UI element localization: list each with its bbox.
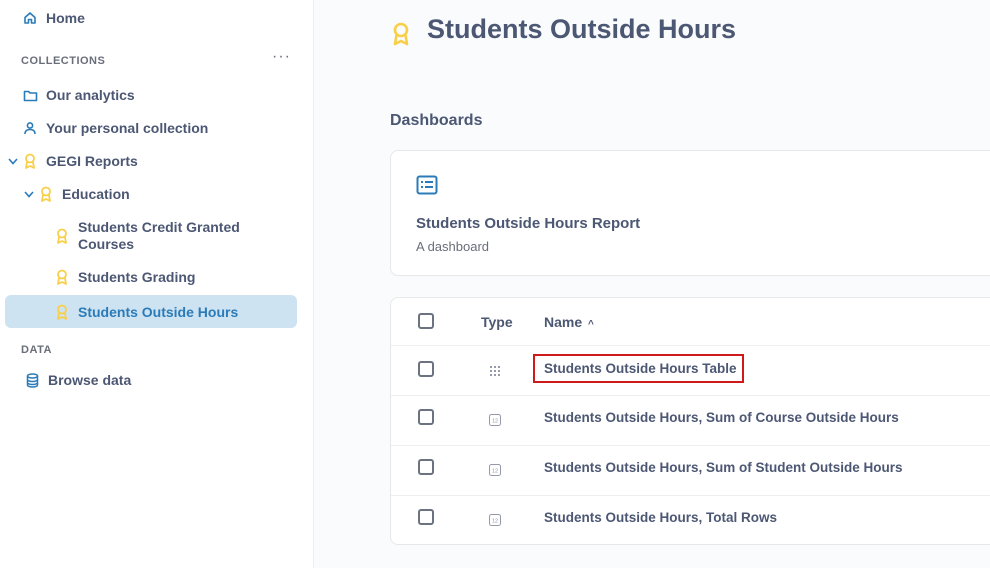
sidebar-item-label: Students Grading <box>78 269 196 285</box>
sidebar-item-label: Students Credit Granted Courses <box>78 219 240 252</box>
column-header-name-label: Name <box>544 314 583 330</box>
items-table: Type Name ^ Students Outside Hours Table… <box>390 297 990 545</box>
sidebar-item-personal-collection[interactable]: Your personal collection <box>22 113 208 143</box>
sidebar-item-gegi-reports[interactable]: GEGI Reports <box>22 146 138 176</box>
table-row[interactable]: 12 Students Outside Hours, Sum of Course… <box>391 396 990 446</box>
sidebar-item-our-analytics[interactable]: Our analytics <box>22 80 135 110</box>
row-name-link[interactable]: Students Outside Hours, Sum of Student O… <box>544 460 903 475</box>
chevron-down-icon[interactable] <box>23 188 35 200</box>
more-options-icon[interactable]: ··· <box>272 48 291 66</box>
sidebar-item-home[interactable]: Home <box>22 3 85 33</box>
sidebar-item-label: Home <box>46 10 85 26</box>
table-grid-icon <box>489 364 501 376</box>
official-collection-badge-icon <box>54 269 70 285</box>
column-header-type[interactable]: Type <box>481 314 513 330</box>
dashboard-card-subtitle: A dashboard <box>416 239 490 254</box>
official-collection-badge-icon <box>22 153 38 169</box>
svg-text:12: 12 <box>492 419 498 425</box>
home-icon <box>22 10 38 26</box>
number-scalar-icon: 12 <box>489 463 501 476</box>
row-checkbox[interactable] <box>418 409 434 425</box>
official-collection-badge-icon <box>54 228 70 244</box>
official-collection-badge-icon <box>392 22 410 51</box>
svg-text:12: 12 <box>492 469 498 475</box>
row-name-link[interactable]: Students Outside Hours Table <box>544 361 737 376</box>
dashboard-card-title: Students Outside Hours Report <box>416 215 641 232</box>
select-all-checkbox[interactable] <box>418 313 434 329</box>
sidebar-item-label: Browse data <box>48 372 132 388</box>
sidebar-item-grading[interactable]: Students Grading <box>54 262 195 292</box>
table-row[interactable]: 12 Students Outside Hours, Sum of Studen… <box>391 446 990 496</box>
row-checkbox[interactable] <box>418 509 434 525</box>
main-content: Students Outside Hours Dashboards Studen… <box>315 0 990 568</box>
dashboard-icon <box>416 175 438 200</box>
column-header-name[interactable]: Name ^ <box>544 314 594 330</box>
sidebar-item-label: Our analytics <box>46 87 135 103</box>
row-checkbox[interactable] <box>418 361 434 377</box>
sort-ascending-icon: ^ <box>588 319 594 330</box>
collections-label: COLLECTIONS <box>21 55 106 67</box>
sidebar-item-browse-data[interactable]: Browse data <box>24 365 131 395</box>
row-name-link[interactable]: Students Outside Hours, Sum of Course Ou… <box>544 410 899 425</box>
sidebar: Home COLLECTIONS ··· Our analytics Your … <box>0 0 314 568</box>
sidebar-item-credit-granted[interactable]: Students Credit Granted Courses <box>54 218 253 254</box>
sidebar-item-label: Education <box>62 186 130 202</box>
database-icon <box>24 372 40 388</box>
data-label: DATA <box>21 344 52 356</box>
table-row[interactable]: 12 Students Outside Hours, Total Rows <box>391 496 990 544</box>
official-collection-badge-icon <box>54 304 70 320</box>
row-checkbox[interactable] <box>418 459 434 475</box>
row-name-link[interactable]: Students Outside Hours, Total Rows <box>544 510 777 525</box>
sidebar-item-label: GEGI Reports <box>46 153 138 169</box>
sidebar-item-outside-hours[interactable]: Students Outside Hours <box>5 295 297 328</box>
dashboards-heading: Dashboards <box>390 112 483 129</box>
sidebar-item-label: Your personal collection <box>46 120 209 136</box>
svg-text:12: 12 <box>492 519 498 525</box>
number-scalar-icon: 12 <box>489 413 501 426</box>
dashboard-card[interactable]: Students Outside Hours Report A dashboar… <box>390 150 990 276</box>
person-icon <box>22 120 38 136</box>
sidebar-item-education[interactable]: Education <box>38 179 130 209</box>
official-collection-badge-icon <box>38 186 54 202</box>
page-title: Students Outside Hours <box>427 14 737 44</box>
chevron-down-icon[interactable] <box>7 155 19 167</box>
sidebar-item-label: Students Outside Hours <box>78 303 239 320</box>
number-scalar-icon: 12 <box>489 513 501 526</box>
table-header: Type Name ^ <box>391 298 990 346</box>
folder-icon <box>22 87 38 103</box>
table-row[interactable]: Students Outside Hours Table <box>391 346 990 396</box>
